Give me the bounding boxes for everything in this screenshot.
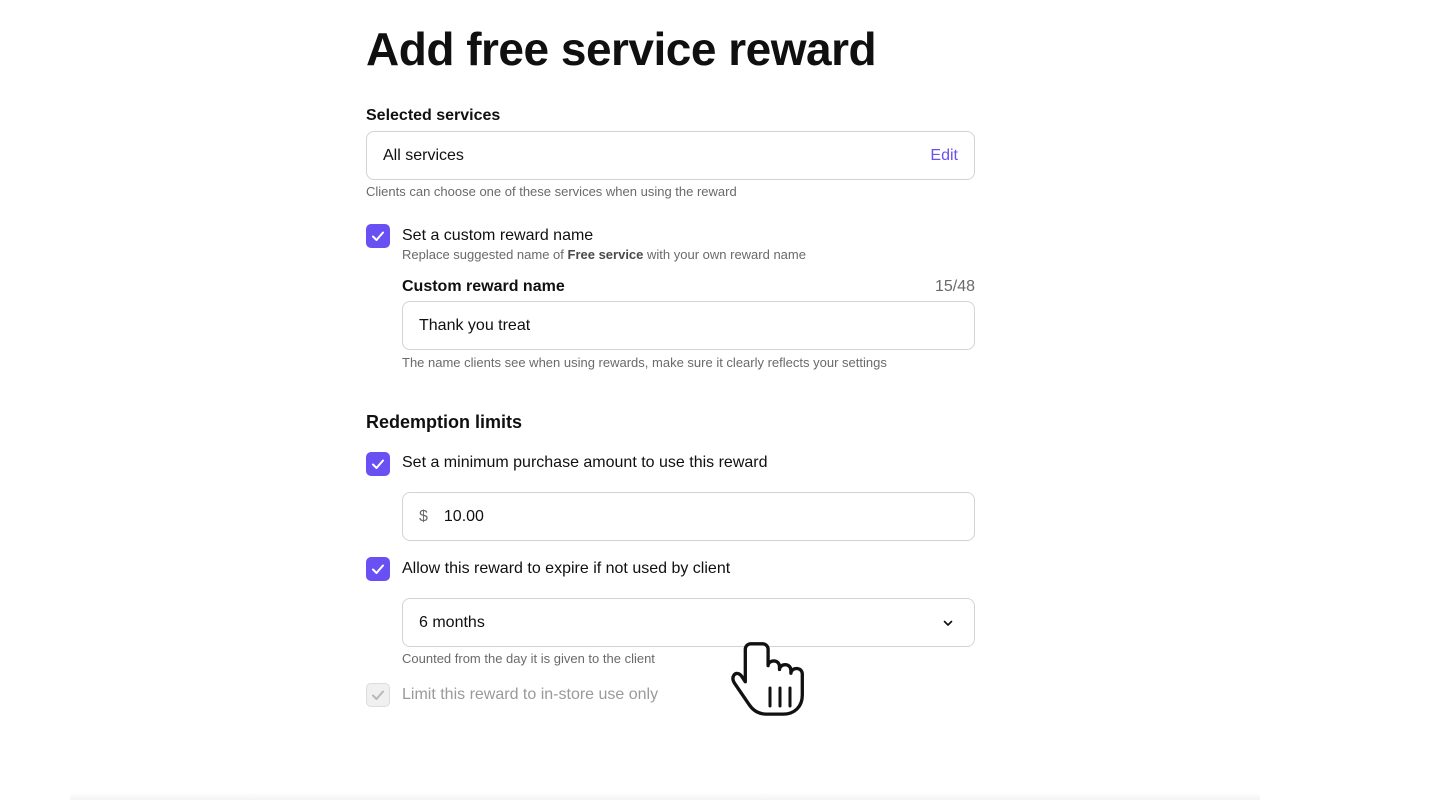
description-suffix: with your own reward name bbox=[643, 247, 806, 262]
min-purchase-input[interactable]: $ 10.00 bbox=[402, 492, 975, 541]
expiry-period-value: 6 months bbox=[419, 613, 485, 631]
custom-name-input[interactable]: Thank you treat bbox=[402, 301, 975, 350]
currency-symbol: $ bbox=[419, 507, 428, 525]
custom-name-checkbox-label[interactable]: Set a custom reward name bbox=[402, 227, 593, 245]
check-icon bbox=[372, 690, 384, 700]
custom-name-field-label: Custom reward name bbox=[402, 278, 565, 295]
custom-name-value[interactable]: Thank you treat bbox=[419, 317, 958, 335]
min-purchase-value[interactable]: 10.00 bbox=[444, 508, 958, 526]
edit-services-button[interactable]: Edit bbox=[930, 147, 958, 165]
expire-checkbox[interactable] bbox=[366, 557, 390, 581]
in-store-label[interactable]: Limit this reward to in-store use only bbox=[402, 686, 658, 704]
selected-services-label: Selected services bbox=[366, 107, 501, 124]
min-purchase-label[interactable]: Set a minimum purchase amount to use thi… bbox=[402, 454, 768, 472]
check-icon bbox=[372, 459, 384, 469]
custom-name-checkbox[interactable] bbox=[366, 224, 390, 248]
selected-services-field: All services Edit bbox=[366, 131, 975, 180]
character-counter: 15/48 bbox=[934, 278, 975, 295]
selected-services-value: All services bbox=[383, 146, 464, 164]
expiry-hint: Counted from the day it is given to the … bbox=[402, 651, 655, 666]
redemption-limits-title: Redemption limits bbox=[366, 412, 523, 432]
description-prefix: Replace suggested name of bbox=[402, 247, 568, 262]
expiry-period-select[interactable]: 6 months bbox=[402, 598, 975, 647]
footer-bar bbox=[70, 793, 1260, 800]
check-icon bbox=[372, 564, 384, 574]
hand-pointer-icon bbox=[731, 642, 804, 716]
description-bold: Free service bbox=[567, 247, 644, 262]
selected-services-hint: Clients can choose one of these services… bbox=[366, 184, 737, 199]
in-store-checkbox[interactable] bbox=[366, 683, 390, 707]
check-icon bbox=[372, 231, 384, 241]
chevron-down-icon[interactable] bbox=[938, 613, 958, 633]
min-purchase-checkbox[interactable] bbox=[366, 452, 390, 476]
custom-name-hint: The name clients see when using rewards,… bbox=[402, 355, 887, 370]
page-title: Add free service reward bbox=[366, 23, 877, 75]
custom-name-description: Replace suggested name of Free service w… bbox=[402, 247, 806, 262]
expire-label[interactable]: Allow this reward to expire if not used … bbox=[402, 560, 730, 578]
